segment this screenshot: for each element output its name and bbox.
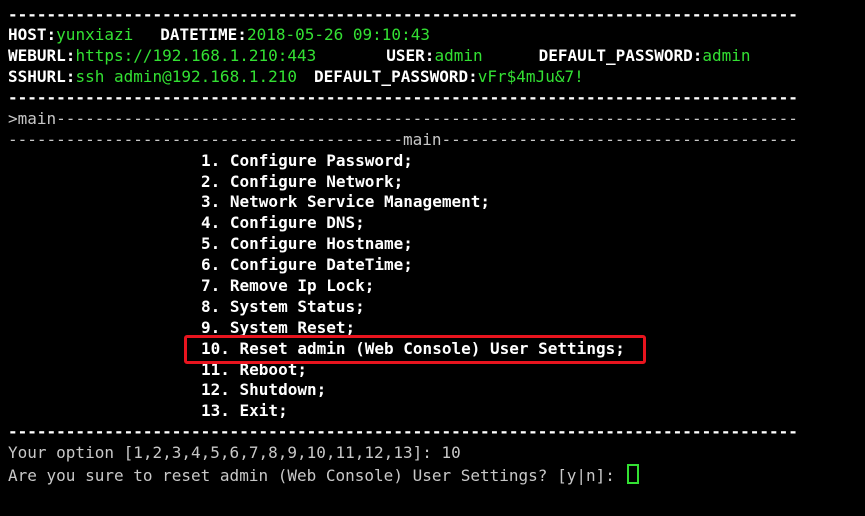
weburl-value: https://192.168.1.210:443 (75, 46, 317, 65)
web-default-password-label: DEFAULT_PASSWORD: (538, 46, 703, 65)
header-line-2: WEBURL:https://192.168.1.210:443 USER:adm… (8, 46, 751, 66)
host-label: HOST: (8, 25, 57, 44)
terminal-window[interactable]: ----------------------------------------… (0, 0, 865, 516)
host-value: yunxiazi (56, 25, 134, 44)
option-prompt-line: Your option [1,2,3,4,5,6,7,8,9,10,11,12,… (8, 443, 461, 462)
confirm-prompt-text: Are you sure to reset admin (Web Console… (8, 466, 625, 485)
header-line-3: SSHURL:ssh admin@192.168.1.210 DEFAULT_PA… (8, 67, 584, 87)
menu-item-shutdown[interactable]: 12. Shutdown; (201, 380, 326, 400)
menu-item-network-service-management[interactable]: 3. Network Service Management; (201, 192, 490, 212)
menu-item-configure-password[interactable]: 1. Configure Password; (201, 151, 413, 171)
user-value: admin (434, 46, 483, 65)
menu-item-configure-dns[interactable]: 4. Configure DNS; (201, 213, 365, 233)
web-default-password-value: admin (702, 46, 751, 65)
ssh-default-password-label: DEFAULT_PASSWORD: (314, 67, 478, 86)
menu-item-exit[interactable]: 13. Exit; (201, 401, 288, 421)
text-cursor[interactable] (626, 464, 639, 484)
separator-menu-bottom: ----------------------------------------… (8, 422, 800, 441)
menu-item-remove-ip-lock[interactable]: 7. Remove Ip Lock; (201, 276, 374, 296)
ssh-default-password-value: vFr$4mJu&7! (477, 67, 584, 86)
menu-title: main (402, 130, 442, 149)
menu-item-configure-hostname[interactable]: 5. Configure Hostname; (201, 234, 413, 254)
separator-header-bottom: ----------------------------------------… (8, 88, 800, 107)
menu-item-configure-datetime[interactable]: 6. Configure DateTime; (201, 255, 413, 275)
datetime-value: 2018-05-26 09:10:43 (246, 25, 430, 44)
menu-title-line: ----------------------------------------… (8, 130, 800, 149)
sshurl-value: ssh admin@192.168.1.210 (75, 67, 297, 86)
confirm-prompt-line[interactable]: Are you sure to reset admin (Web Console… (8, 464, 639, 485)
header-line-1: HOST:yunxiazi DATETIME:2018-05-26 09:10:4… (8, 25, 430, 45)
user-label: USER: (386, 46, 435, 65)
highlight-box (184, 335, 646, 364)
weburl-label: WEBURL: (8, 46, 76, 65)
menu-item-configure-network[interactable]: 2. Configure Network; (201, 172, 403, 192)
breadcrumb-line: >main-----------------------------------… (8, 109, 800, 128)
separator-top: ----------------------------------------… (8, 5, 800, 24)
breadcrumb: >main (8, 109, 57, 128)
sshurl-label: SSHURL: (8, 67, 76, 86)
datetime-label: DATETIME: (160, 25, 247, 44)
menu-item-system-status[interactable]: 8. System Status; (201, 297, 365, 317)
